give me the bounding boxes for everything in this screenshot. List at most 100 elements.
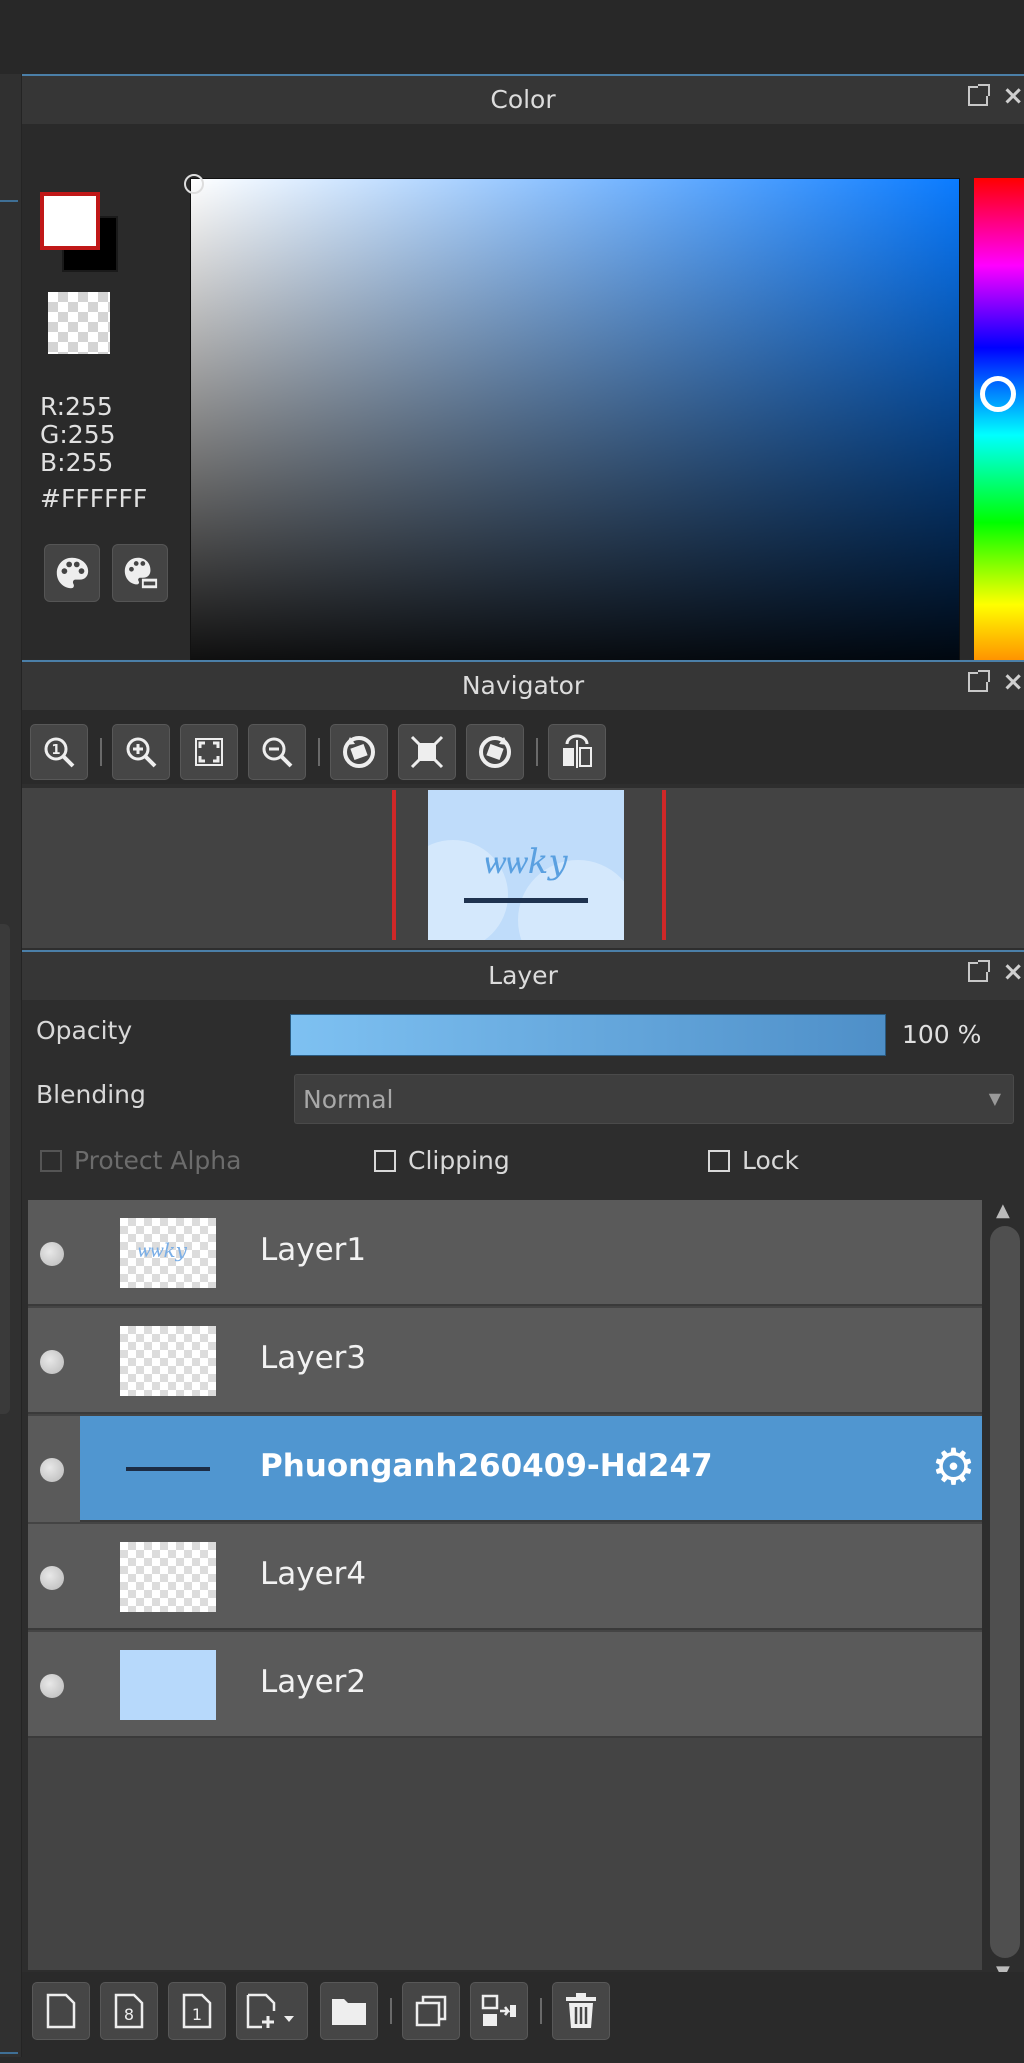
navigator-canvas-thumbnail[interactable]: ѡѡky xyxy=(428,790,624,940)
navigator-title: Navigator xyxy=(461,671,585,700)
new-8bit-layer-button[interactable]: 8 xyxy=(100,1982,158,2040)
bottom-edge xyxy=(0,2057,1024,2063)
fit-screen-button[interactable] xyxy=(180,724,238,780)
navigator-panel: Navigator × 1 ѡѡky xyxy=(22,660,1024,950)
visibility-toggle-icon[interactable] xyxy=(40,1350,64,1374)
visibility-toggle-icon[interactable] xyxy=(40,1242,64,1266)
popout-icon[interactable] xyxy=(968,84,991,106)
palette-settings-icon xyxy=(124,557,158,589)
layer-panel-titlebar[interactable]: Layer × xyxy=(22,950,1024,1000)
zoom-in-icon xyxy=(126,737,157,768)
popout-icon[interactable] xyxy=(968,960,991,982)
blue-value: B:255 xyxy=(40,448,114,477)
toolbar-separator xyxy=(536,738,538,766)
dock-edge-marker xyxy=(0,200,18,202)
layer-row-layer1[interactable]: ѡѡky Layer1 xyxy=(28,1200,982,1306)
merge-down-icon xyxy=(481,1994,516,2026)
opacity-label: Opacity xyxy=(36,1016,133,1045)
gear-icon[interactable]: ⚙ xyxy=(931,1442,976,1492)
close-icon[interactable]: × xyxy=(1002,669,1024,695)
opacity-value: 100 % xyxy=(902,1020,982,1049)
add-layer-menu-button[interactable] xyxy=(236,1982,308,2040)
navigator-view-frame-right xyxy=(662,790,666,940)
thumbnail-logo-image: ѡѡky xyxy=(484,842,568,882)
layer-name: Layer1 xyxy=(260,1232,367,1268)
zoom-actual-size-button[interactable]: 1 xyxy=(30,724,88,780)
palette-button[interactable] xyxy=(44,544,100,602)
add-layer-menu-icon xyxy=(246,1993,294,2029)
close-icon[interactable]: × xyxy=(1002,83,1024,109)
scroll-up-icon[interactable]: ▲ xyxy=(996,1200,1010,1221)
lock-checkbox[interactable] xyxy=(708,1149,730,1172)
dock-scroll-handle[interactable] xyxy=(0,924,10,1414)
visibility-toggle-icon[interactable] xyxy=(40,1566,64,1590)
rotate-left-icon xyxy=(343,736,375,768)
navigator-titlebar[interactable]: Navigator × xyxy=(22,660,1024,710)
color-panel-body: R:255 G:255 B:255 #FFFFFF xyxy=(22,124,1024,692)
hex-value[interactable]: #FFFFFF xyxy=(40,484,147,513)
layer-name: Layer2 xyxy=(260,1664,367,1700)
rotate-right-button[interactable] xyxy=(466,724,524,780)
blending-mode-select[interactable]: Normal ▼ xyxy=(294,1074,1014,1124)
delete-layer-icon xyxy=(566,1993,596,2028)
delete-layer-button[interactable] xyxy=(552,1982,610,2040)
navigator-view-frame-left xyxy=(392,790,396,940)
rotate-left-button[interactable] xyxy=(330,724,388,780)
scrollbar-thumb[interactable] xyxy=(990,1226,1020,1958)
thumbnail-subtext-image xyxy=(464,898,588,903)
layer-list-scrollbar[interactable]: ▲ ▼ xyxy=(988,1200,1022,1990)
new-1bit-layer-button[interactable]: 1 xyxy=(168,1982,226,2040)
clipping-checkbox[interactable] xyxy=(374,1149,396,1172)
fullscreen-button[interactable] xyxy=(398,724,456,780)
zoom-in-button[interactable] xyxy=(112,724,170,780)
color-panel-titlebar[interactable]: Color × xyxy=(22,74,1024,124)
layer-row-phuonganh260409-hd247[interactable]: Phuonganh260409-Hd247 ⚙ xyxy=(28,1416,982,1522)
layer-row-layer3[interactable]: Layer3 xyxy=(28,1308,982,1414)
flip-horizontal-icon xyxy=(563,734,592,768)
svg-text:1: 1 xyxy=(192,2005,202,2024)
saturation-value-picker[interactable] xyxy=(190,178,960,692)
transparent-color-swatch[interactable] xyxy=(48,292,110,354)
popout-icon[interactable] xyxy=(968,670,991,692)
zoom-out-button[interactable] xyxy=(248,724,306,780)
zoom-out-icon xyxy=(262,737,293,768)
fullscreen-icon xyxy=(410,735,444,769)
left-dock-strip xyxy=(0,74,22,2063)
merge-down-button[interactable] xyxy=(470,1982,528,2040)
svg-text:8: 8 xyxy=(124,2005,134,2024)
visibility-toggle-icon[interactable] xyxy=(40,1458,64,1482)
flip-horizontal-button[interactable] xyxy=(548,724,606,780)
duplicate-layer-button[interactable] xyxy=(402,1982,460,2040)
layer-thumbnail xyxy=(120,1326,216,1396)
layer-panel-title: Layer xyxy=(488,961,558,990)
layer-thumbnail xyxy=(120,1434,216,1504)
toolbar-separator xyxy=(540,1998,542,2024)
clipping-option: Clipping xyxy=(374,1146,510,1175)
layer-list[interactable]: ѡѡky Layer1 Layer3 Phuonganh260409-Hd247… xyxy=(28,1200,982,1970)
new-1bit-layer-icon: 1 xyxy=(182,1993,212,2029)
new-folder-button[interactable] xyxy=(320,1982,378,2040)
close-icon[interactable]: × xyxy=(1002,959,1024,985)
hue-slider[interactable] xyxy=(974,178,1024,692)
blending-mode-value: Normal xyxy=(303,1085,394,1114)
top-bar xyxy=(0,0,1024,74)
palette-icon xyxy=(56,557,89,589)
layer-row-layer4[interactable]: Layer4 xyxy=(28,1524,982,1630)
new-layer-button[interactable] xyxy=(32,1982,90,2040)
color-settings-button[interactable] xyxy=(112,544,168,602)
blending-label: Blending xyxy=(36,1080,146,1109)
layer-name: Layer4 xyxy=(260,1556,367,1592)
protect-alpha-label: Protect Alpha xyxy=(74,1146,242,1175)
chevron-down-icon: ▼ xyxy=(988,1089,1001,1108)
saturation-value-cursor[interactable] xyxy=(184,174,204,194)
zoom-actual-icon: 1 xyxy=(44,737,75,768)
foreground-color-swatch[interactable] xyxy=(40,192,100,250)
protect-alpha-checkbox[interactable] xyxy=(40,1149,62,1172)
layer-thumbnail xyxy=(120,1650,216,1720)
lock-label: Lock xyxy=(742,1146,800,1175)
green-value: G:255 xyxy=(40,420,116,449)
visibility-toggle-icon[interactable] xyxy=(40,1674,64,1698)
hue-slider-cursor[interactable] xyxy=(980,376,1016,412)
opacity-slider[interactable] xyxy=(290,1014,886,1056)
layer-row-layer2[interactable]: Layer2 xyxy=(28,1632,982,1738)
